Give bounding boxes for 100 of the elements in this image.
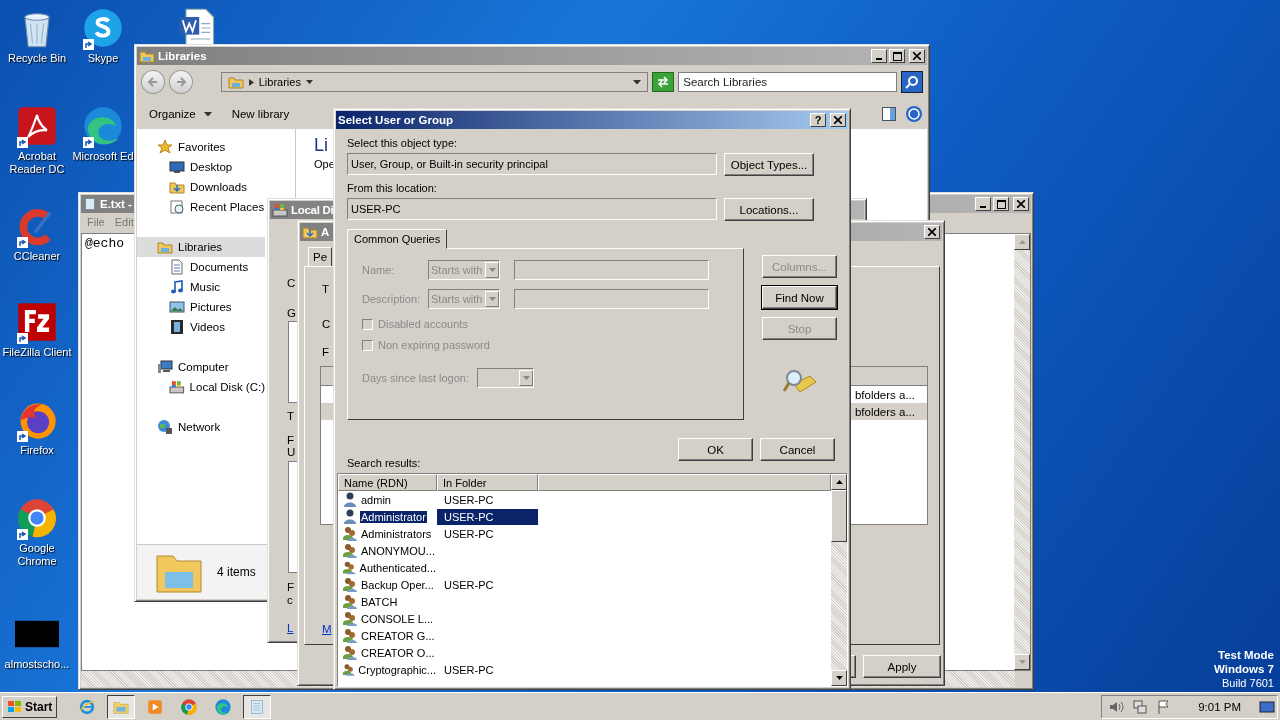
location-field: USER-PC: [347, 198, 717, 220]
browser-icon: [78, 697, 97, 716]
column-header[interactable]: Name (RDN): [338, 474, 437, 491]
result-name[interactable]: BATCH: [360, 595, 399, 608]
nav-item[interactable]: Documents: [137, 257, 265, 277]
refresh-button[interactable]: [652, 72, 675, 92]
icon-label[interactable]: Google Chrome: [1, 542, 73, 568]
help-icon[interactable]: [905, 105, 923, 123]
cancel-button[interactable]: Cancel: [760, 438, 835, 461]
icon-label[interactable]: almostscho...: [4, 658, 70, 671]
checkbox-label: Disabled accounts: [378, 318, 468, 330]
result-name[interactable]: admin: [360, 493, 392, 506]
shortcut-arrow-icon: [17, 137, 28, 148]
query-button[interactable]: Find Now: [762, 286, 837, 309]
nav-item[interactable]: Videos: [137, 317, 265, 337]
column-header[interactable]: In Folder: [437, 474, 538, 491]
result-name[interactable]: CREATOR O...: [360, 646, 436, 659]
window-title: E.txt -: [100, 198, 132, 210]
apply-button[interactable]: Apply: [863, 655, 941, 678]
clock[interactable]: 9:01 PM: [1198, 700, 1241, 713]
section-label: Search results:: [347, 457, 422, 471]
result-name[interactable]: Cryptographic...: [357, 663, 437, 676]
scrollbar[interactable]: [831, 474, 847, 686]
icon-label[interactable]: Recycle Bin: [7, 52, 67, 65]
nav-item[interactable]: Local Disk (C:): [137, 377, 265, 397]
result-name[interactable]: Administrators: [360, 527, 433, 540]
result-name[interactable]: Authenticated...: [358, 561, 437, 574]
search-button[interactable]: [901, 71, 923, 93]
show-desktop-button[interactable]: [1259, 699, 1275, 714]
nav-item[interactable]: Favorites: [137, 137, 265, 157]
object-types-button[interactable]: Object Types...: [724, 153, 814, 176]
object-type-field: User, Group, or Built-in security principal: [347, 153, 717, 175]
nav-item[interactable]: Computer: [137, 357, 265, 377]
label-text: c: [287, 594, 293, 606]
start-button[interactable]: Start: [2, 695, 58, 718]
system-notice: Test Mode: [1218, 648, 1274, 662]
caret-icon: [488, 268, 496, 272]
taskbar-button[interactable]: [107, 694, 136, 719]
icon-label[interactable]: Acrobat Reader DC: [1, 150, 73, 176]
taskbar-button[interactable]: [243, 694, 272, 719]
caret-icon: [633, 79, 642, 85]
film-icon: [169, 319, 185, 335]
result-name[interactable]: CONSOLE L...: [360, 612, 435, 625]
field-label: Days since last logon:: [362, 372, 469, 384]
toolbar-button[interactable]: Organize: [143, 106, 218, 122]
label-text: G: [287, 307, 296, 319]
group-icon: [342, 644, 358, 661]
scroll-thumb[interactable]: [831, 490, 847, 542]
label-text: T: [287, 410, 295, 422]
toolbar-button[interactable]: New library: [225, 106, 296, 122]
result-folder: USER-PC: [444, 578, 494, 591]
scrollbar[interactable]: [1014, 234, 1030, 670]
address-bar[interactable]: Libraries: [220, 72, 649, 92]
breadcrumb[interactable]: Libraries: [258, 76, 301, 88]
media-player-icon: [146, 697, 165, 716]
shortcut-arrow-icon: [83, 39, 94, 50]
icon-label[interactable]: Skype: [87, 52, 119, 65]
nav-item[interactable]: Pictures: [137, 297, 265, 317]
nav-item[interactable]: Downloads: [137, 177, 265, 197]
up-arrow-icon: [835, 480, 843, 484]
result-name[interactable]: CREATOR G...: [360, 629, 436, 642]
result-name[interactable]: Backup Oper...: [360, 578, 435, 591]
icon-label[interactable]: Firefox: [20, 444, 54, 457]
result-name[interactable]: ANONYMOU...: [360, 544, 436, 557]
preview-pane-icon[interactable]: [881, 106, 897, 122]
nav-item[interactable]: Music: [137, 277, 265, 297]
maximize-icon: [892, 51, 902, 61]
nav-item[interactable]: Desktop: [137, 157, 265, 177]
icon-label[interactable]: CCleaner: [13, 250, 61, 263]
icon-label[interactable]: Microsoft Ed: [72, 150, 134, 163]
folder-icon: [139, 48, 155, 64]
shortcut-arrow-icon: [83, 137, 94, 148]
nav-item[interactable]: Libraries: [137, 237, 265, 257]
caret-icon: [488, 297, 496, 301]
globe-icon: [157, 419, 173, 435]
tab[interactable]: Pe: [308, 247, 333, 267]
field-label: From this location:: [347, 182, 438, 196]
network-icon[interactable]: [1132, 698, 1149, 715]
nav-item[interactable]: Network: [137, 417, 265, 437]
locations-button[interactable]: Locations...: [724, 198, 814, 221]
nav-item[interactable]: Recent Places: [137, 197, 265, 217]
star-icon: [157, 139, 173, 155]
refresh-icon: [656, 76, 671, 88]
ok-button[interactable]: OK: [678, 438, 753, 461]
search-icon: [905, 75, 920, 89]
drive-icon: [169, 379, 185, 395]
result-folder: USER-PC: [444, 527, 494, 540]
close-icon: [928, 228, 936, 236]
window-title: A: [321, 226, 330, 238]
item-count: 4 items: [217, 565, 256, 579]
result-name[interactable]: Administrator: [360, 510, 427, 523]
icon-label[interactable]: FileZilla Client: [2, 346, 72, 359]
label-text: M: [322, 623, 332, 635]
help-button[interactable]: ?: [810, 113, 826, 127]
system-notice: Windows 7: [1214, 662, 1274, 676]
close-icon: [834, 116, 842, 124]
tab[interactable]: Common Queries: [347, 229, 448, 249]
close-button[interactable]: [830, 113, 846, 127]
library-heading: Li: [314, 135, 328, 156]
search-field[interactable]: Search Libraries: [678, 72, 898, 92]
